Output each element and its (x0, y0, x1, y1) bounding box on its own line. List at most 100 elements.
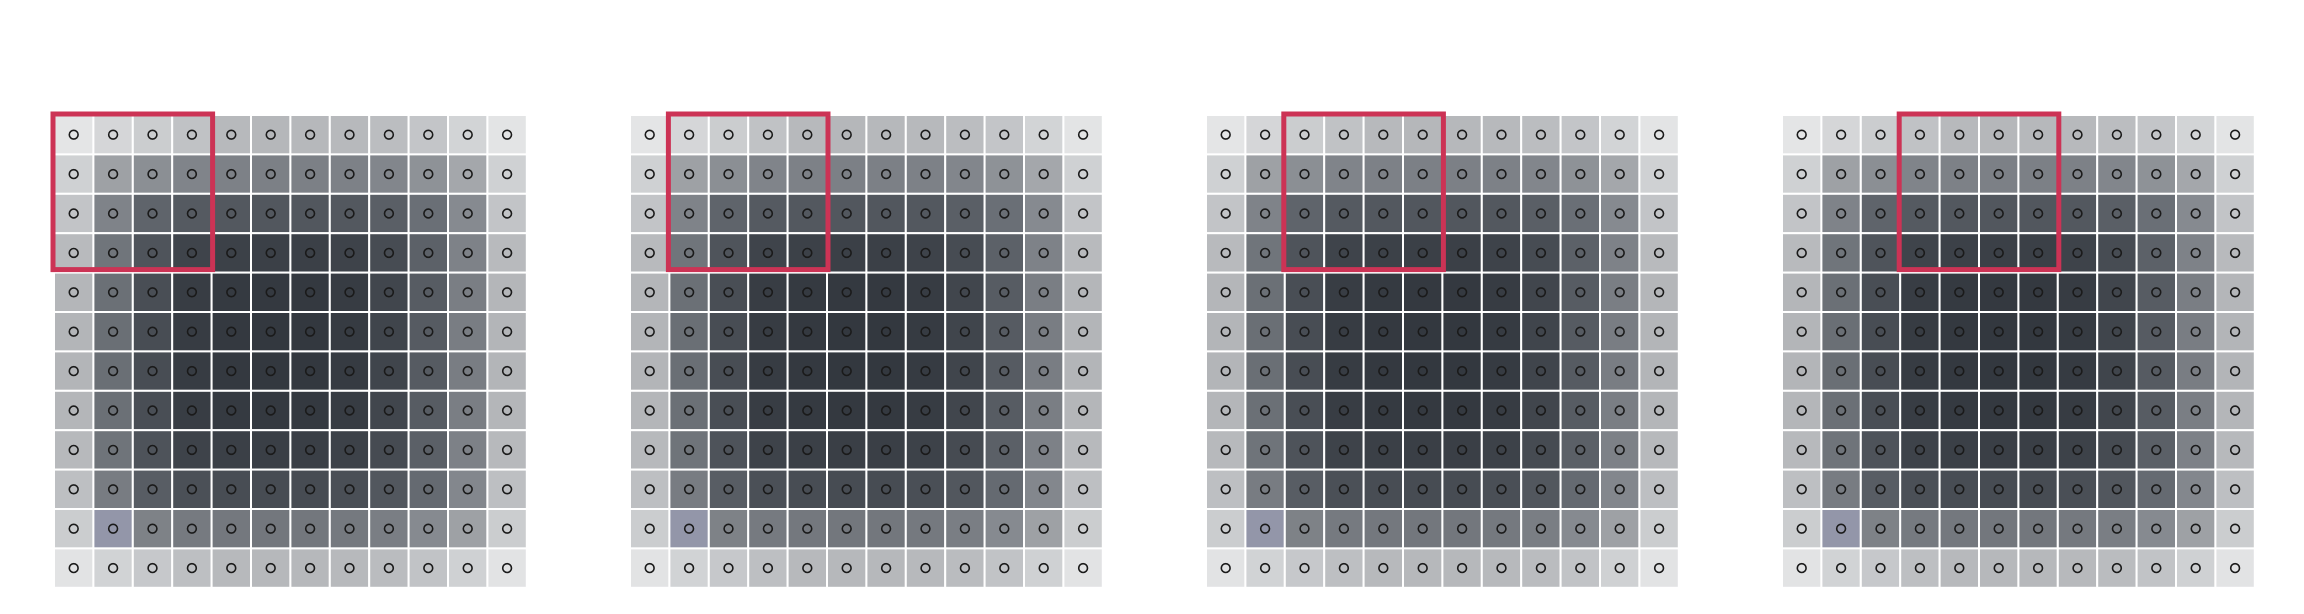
grid-cell (171, 547, 213, 589)
grid-cell (668, 271, 710, 314)
grid-cell (1205, 389, 1247, 432)
grid-cell (747, 547, 789, 589)
grid-cell (2135, 350, 2178, 392)
grid-cell (1023, 311, 1065, 353)
grid-cell (171, 429, 213, 471)
grid-cell (1023, 114, 1065, 156)
grid-cell (2175, 271, 2217, 314)
grid-cell (826, 508, 868, 550)
grid-cell (328, 232, 371, 274)
panel-4 (1781, 111, 2256, 589)
grid-cell (407, 311, 450, 353)
grid-cell (289, 192, 331, 235)
grid-cell (629, 547, 671, 589)
grid-cell (826, 192, 868, 235)
grid-cell (486, 192, 528, 235)
grid-cell (328, 153, 371, 195)
grid-cell (826, 429, 868, 471)
grid-cell (1559, 192, 1601, 235)
grid-cell (1638, 429, 1680, 471)
grid-cell (904, 114, 947, 156)
grid-cell (1441, 232, 1483, 274)
grid-cell (1978, 350, 2020, 392)
grid-cell (131, 429, 174, 471)
grid-cell (1205, 429, 1247, 471)
grid-cell (407, 429, 450, 471)
grid-cell (707, 468, 750, 511)
grid-cell (1820, 547, 1862, 589)
grid-cell (1938, 114, 1980, 156)
grid-cell (2017, 547, 2059, 589)
grid-cell (904, 429, 947, 471)
grid-cell (865, 271, 907, 314)
grid-cell (944, 350, 986, 392)
grid-cell (1899, 192, 1941, 235)
grid-cell (210, 429, 253, 471)
grid-cell (1781, 114, 1823, 156)
grid-cell (447, 389, 489, 432)
grid-cell (1205, 114, 1247, 156)
grid-cell (1899, 232, 1941, 274)
grid-cell (250, 153, 292, 195)
grid-cell (53, 429, 95, 471)
grid-cell (250, 547, 292, 589)
grid-cell (2135, 429, 2178, 471)
grid-cell (2017, 350, 2059, 392)
grid-cell (1205, 192, 1247, 235)
grid-cell (289, 547, 331, 589)
grid-cell (865, 153, 907, 195)
grid-cell (1023, 429, 1065, 471)
grid-cell (407, 547, 450, 589)
grid-cell (368, 271, 410, 314)
grid-cell (368, 232, 410, 274)
grid-cell (1480, 271, 1523, 314)
grid-cell (2135, 232, 2178, 274)
grid-cell (747, 271, 789, 314)
grid-cell (1938, 271, 1980, 314)
grid-cell (944, 311, 986, 353)
grid-cell (210, 271, 253, 314)
grid-cell (407, 389, 450, 432)
grid-cell (486, 311, 528, 353)
grid-cell (1820, 232, 1862, 274)
grid-cell (1244, 508, 1286, 550)
grid-cell (1283, 468, 1326, 511)
grid-cell (131, 192, 174, 235)
grid-cell (2135, 311, 2178, 353)
grid-cell (2017, 468, 2059, 511)
grid-cell (1859, 389, 1902, 432)
grid-cell (1023, 271, 1065, 314)
grid-cell (328, 192, 371, 235)
grid-cell (1244, 547, 1286, 589)
grid-cell (1559, 389, 1601, 432)
grid-cell (92, 114, 134, 156)
grid-cell (904, 389, 947, 432)
grid-cell (1899, 153, 1941, 195)
grid-cell (707, 271, 750, 314)
grid-cell (1323, 232, 1365, 274)
grid-cell (747, 311, 789, 353)
grid-cell (1402, 508, 1444, 550)
grid-cell (2056, 389, 2099, 432)
grid-cell (1441, 153, 1483, 195)
grid-cell (2096, 232, 2138, 274)
grid-cell (1859, 429, 1902, 471)
grid-cell (1899, 547, 1941, 589)
grid-cell (707, 153, 750, 195)
grid-cell (668, 389, 710, 432)
grid-cell (786, 350, 828, 392)
grid-cell (210, 232, 253, 274)
grid-cell (1402, 232, 1444, 274)
grid-cell (904, 153, 947, 195)
grid-cell (1638, 311, 1680, 353)
grid-cell (1899, 114, 1941, 156)
grid-cell (747, 429, 789, 471)
grid-cell (1205, 232, 1247, 274)
grid-cell (1559, 468, 1601, 511)
grid-cell (629, 192, 671, 235)
grid-cell (1520, 271, 1562, 314)
grid-cell (1938, 508, 1980, 550)
grid-cell (747, 468, 789, 511)
grid-cell (1978, 311, 2020, 353)
grid-cell (1820, 508, 1862, 550)
